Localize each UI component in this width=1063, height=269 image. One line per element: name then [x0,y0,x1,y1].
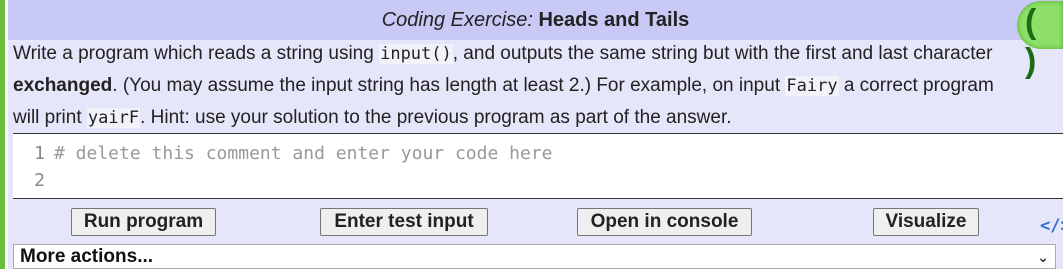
code-lines[interactable]: # delete this comment and enter your cod… [54,140,553,194]
open-in-console-button[interactable]: Open in console [577,208,752,236]
exercise-title-name: Heads and Tails [538,9,690,31]
desc-code-fairy: Fairy [785,76,839,96]
line-number: 1 [34,143,45,164]
desc-bold-exchanged: exchanged [13,75,113,96]
code-editor[interactable]: 1 2 # delete this comment and enter your… [13,133,1063,199]
line-number-gutter: 1 2 [13,140,45,194]
more-actions-select[interactable]: More actions... ⌄ [13,244,1056,269]
code-line[interactable] [54,167,553,194]
visualize-button[interactable]: Visualize [873,208,979,236]
desc-text-2: , and outputs the same string but with t… [452,43,993,64]
line-number: 2 [34,170,45,191]
desc-code-input: input() [379,44,453,64]
more-actions-selected: More actions... [20,246,154,267]
status-badge-text: ( ) [1025,3,1039,80]
run-program-button[interactable]: Run program [71,208,216,236]
desc-text-5: . Hint: use your solution to the previou… [140,107,732,128]
desc-text-3: . (You may assume the input string has l… [112,75,786,96]
code-line[interactable]: # delete this comment and enter your cod… [54,140,553,167]
exercise-description: Write a program which reads a string usi… [13,38,1013,134]
desc-text-1: Write a program which reads a string usi… [13,43,380,64]
exercise-title-prefix: Coding Exercise: [381,9,533,31]
chevron-down-icon: ⌄ [1037,249,1049,265]
desc-code-yairf: yairF [86,108,141,128]
code-embed-icon[interactable]: </> [1040,216,1063,236]
status-badge: ( ) [1017,1,1063,80]
exercise-title: Coding Exercise: Heads and Tails [8,0,1063,40]
enter-test-input-button[interactable]: Enter test input [320,208,488,236]
left-stripe [0,0,5,269]
